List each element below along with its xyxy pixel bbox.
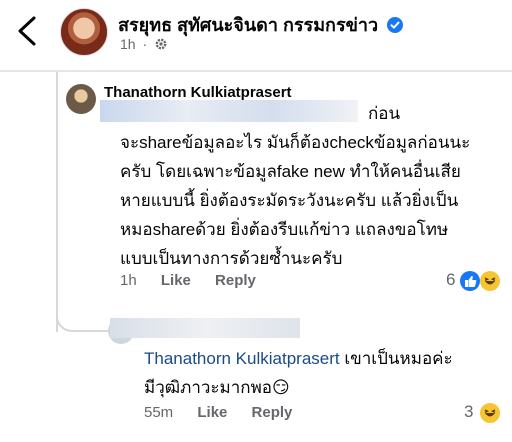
reply-time[interactable]: 55m — [144, 404, 173, 421]
comment-body: จะshareข้อมูลอะไร มันก็ต้องcheckข้อมูลก่… — [120, 128, 500, 273]
comment-time[interactable]: 1h — [120, 272, 137, 289]
header-divider — [0, 70, 512, 72]
comment-actions: 1h Like Reply — [120, 272, 276, 289]
post-header: สรยุทธ สุทัศนะจินดา กรรมกรข่าว 1h · — [0, 0, 512, 72]
post-meta: 1h · — [120, 36, 168, 52]
comment-partial-line: ก่อน — [368, 104, 401, 123]
haha-reaction-icon[interactable] — [480, 403, 500, 423]
reaction-count[interactable]: 3 — [464, 402, 473, 422]
chevron-left-icon[interactable] — [14, 14, 42, 48]
comment-line: ครับ โดยเฉพาะข้อมูลfake new ทำให้คนอื่นเ… — [120, 162, 461, 181]
blurred-text — [100, 100, 358, 122]
reply-body: Thanathorn Kulkiatprasert เขาเป็นหมอค่ะ … — [144, 344, 453, 402]
comment-line: หมอshareด้วย ยิ่งต้องรีบแก้ข่าว แถลงขอโท… — [120, 220, 449, 239]
comment-line: จะshareข้อมูลอะไร มันก็ต้องcheckข้อมูลก่… — [120, 133, 471, 152]
like-button[interactable]: Like — [161, 272, 191, 289]
reply-mention[interactable]: Thanathorn Kulkiatprasert — [144, 349, 340, 368]
thread-line — [56, 72, 58, 332]
like-button[interactable]: Like — [197, 404, 227, 421]
haha-reaction-icon[interactable] — [480, 271, 500, 291]
reply-line: เขาเป็นหมอค่ะ — [339, 349, 453, 368]
comment-line: แบบเป็นทางการด้วยซ้ำนะครับ — [120, 249, 343, 268]
post-time[interactable]: 1h — [120, 36, 136, 52]
commenter-avatar[interactable] — [66, 84, 96, 114]
smirk-emoji: 😏 — [272, 378, 290, 397]
thread-branch — [56, 300, 108, 332]
reaction-count[interactable]: 6 — [446, 270, 455, 290]
reply-line: มีวุฒิภาวะมากพอ — [144, 378, 272, 397]
blurred-text — [110, 318, 300, 338]
meta-separator: · — [142, 36, 148, 52]
gear-icon[interactable] — [154, 37, 168, 51]
verified-badge-icon — [387, 17, 404, 33]
reply-button[interactable]: Reply — [215, 272, 256, 289]
author-avatar[interactable] — [60, 8, 108, 56]
reply-actions: 55m Like Reply — [144, 404, 312, 421]
comment-line: หายแบบนี้ ยิ่งต้องระมัดระวังนะครับ แล้วย… — [120, 191, 459, 210]
post-author-name[interactable]: สรยุทธ สุทัศนะจินดา กรรมกรข่าว — [118, 10, 404, 39]
post-author-label[interactable]: สรยุทธ สุทัศนะจินดา กรรมกรข่าว — [118, 15, 378, 35]
reply-button[interactable]: Reply — [252, 404, 293, 421]
comment-author[interactable]: Thanathorn Kulkiatprasert — [104, 84, 292, 101]
like-reaction-icon[interactable] — [460, 271, 480, 291]
